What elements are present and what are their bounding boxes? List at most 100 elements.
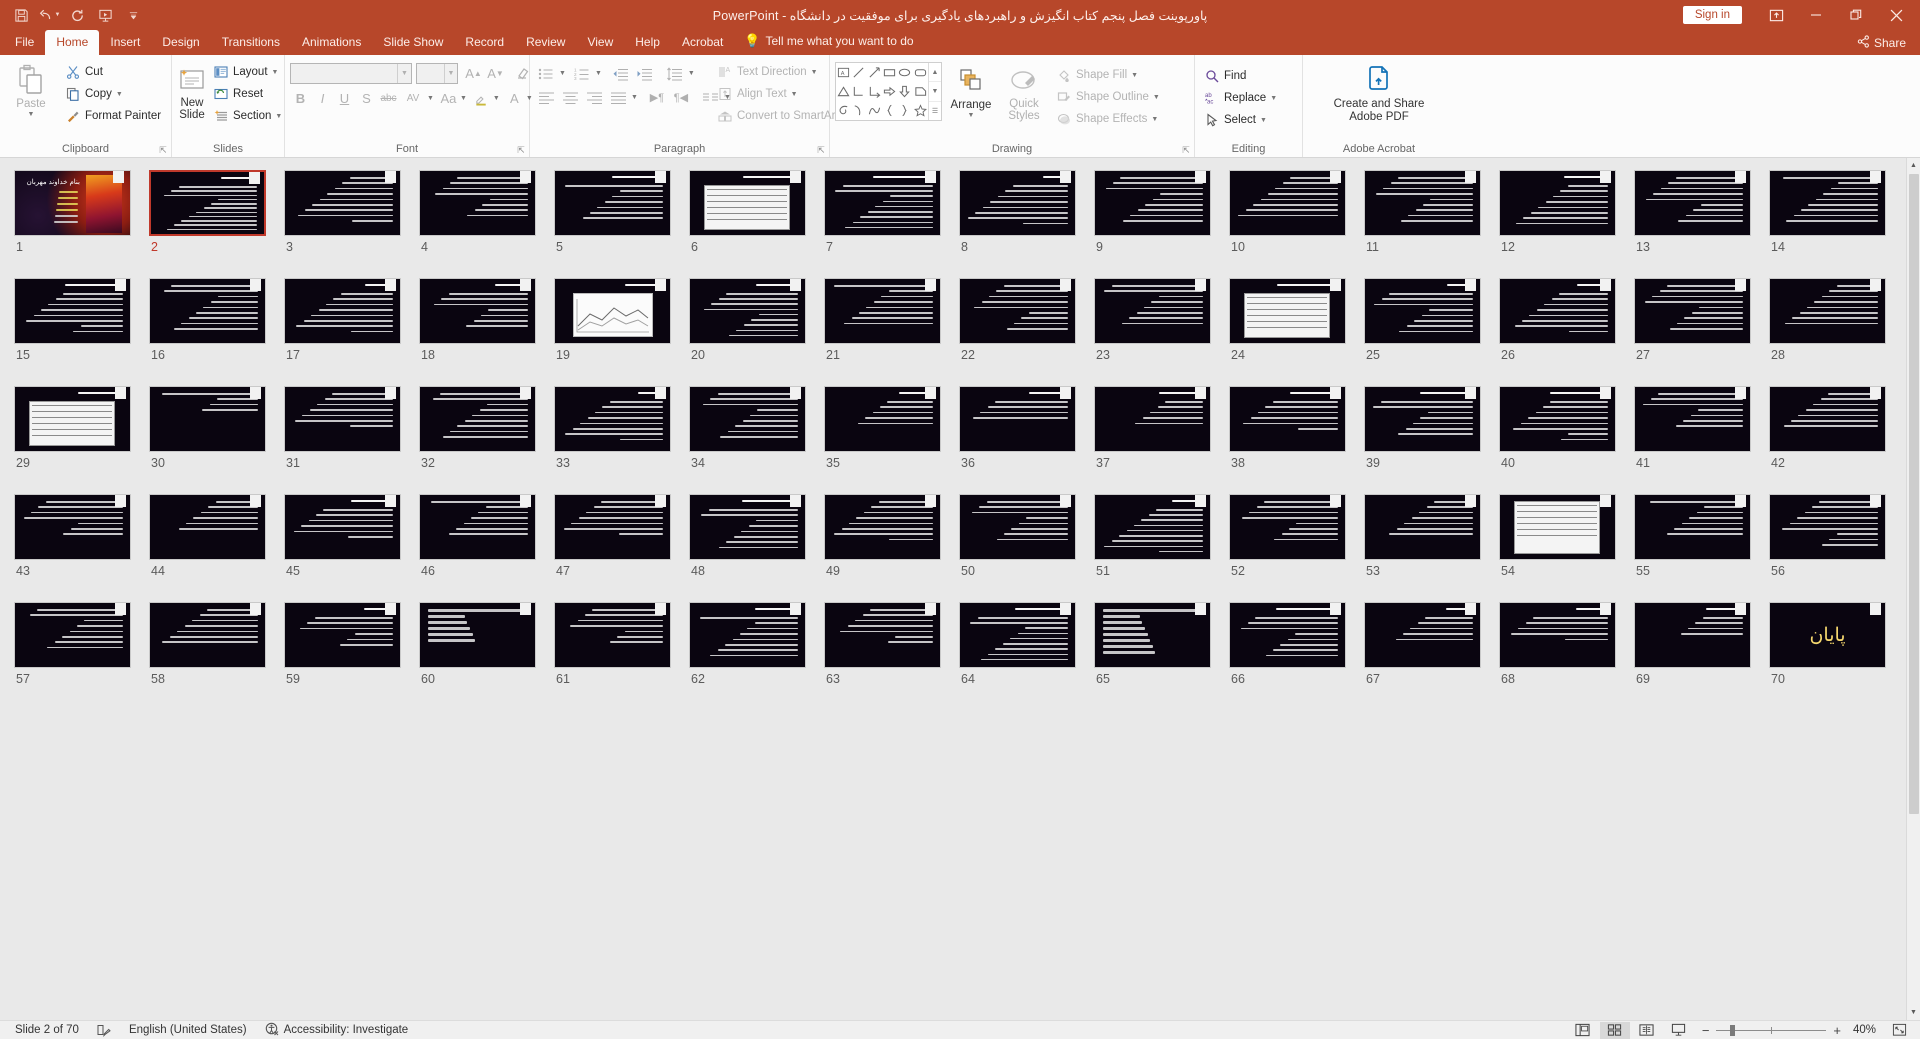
- slide-thumbnail[interactable]: [1229, 170, 1346, 236]
- minimize-icon[interactable]: [1796, 0, 1836, 30]
- slide-thumbnail[interactable]: [689, 170, 806, 236]
- slide-sorter-view-button[interactable]: [1599, 1021, 1630, 1039]
- slide-thumbnail[interactable]: [1229, 386, 1346, 452]
- slide-thumbnail[interactable]: [1229, 494, 1346, 560]
- slide-thumbnail[interactable]: [1499, 278, 1616, 344]
- format-painter-button[interactable]: Format Painter: [61, 105, 165, 127]
- slide-thumbnail[interactable]: [554, 494, 671, 560]
- drawing-dialog-launcher[interactable]: ⇱: [1180, 144, 1192, 156]
- font-dialog-launcher[interactable]: ⇱: [515, 144, 527, 156]
- slide-thumbnail[interactable]: [1634, 386, 1751, 452]
- chevron-down-icon[interactable]: ▼: [631, 94, 638, 101]
- slide-thumbnail-cell[interactable]: 20: [689, 278, 824, 362]
- shape-scribble-icon[interactable]: [836, 101, 851, 120]
- shape-rounded-rect-icon[interactable]: [913, 63, 928, 82]
- slide-thumbnail-cell[interactable]: 60: [419, 602, 554, 686]
- strikethrough-button[interactable]: abc: [378, 88, 399, 109]
- zoom-in-button[interactable]: +: [1833, 1023, 1841, 1038]
- slide-thumbnail-cell[interactable]: 40: [1499, 386, 1634, 470]
- slide-thumbnail-cell[interactable]: 30: [149, 386, 284, 470]
- sign-in-button[interactable]: Sign in: [1682, 6, 1742, 24]
- slide-thumbnail[interactable]: [284, 494, 401, 560]
- cut-button[interactable]: Cut: [61, 61, 165, 83]
- slide-thumbnail-cell[interactable]: 64: [959, 602, 1094, 686]
- character-spacing-button[interactable]: AV: [400, 88, 426, 109]
- shape-elbow-arrow-icon[interactable]: [867, 82, 882, 101]
- slide-thumbnail-cell[interactable]: پایان 70: [1769, 602, 1904, 686]
- slide-thumbnail-cell[interactable]: 23: [1094, 278, 1229, 362]
- share-button[interactable]: Share: [1843, 35, 1920, 55]
- slide-thumbnail[interactable]: [824, 278, 941, 344]
- slide-thumbnail-cell[interactable]: 12: [1499, 170, 1634, 254]
- tab-insert[interactable]: Insert: [99, 30, 151, 55]
- slide-thumbnail[interactable]: [824, 494, 941, 560]
- shape-arrow-icon[interactable]: [867, 63, 882, 82]
- slide-thumbnail[interactable]: [1229, 278, 1346, 344]
- slide-thumbnail[interactable]: [1364, 170, 1481, 236]
- slide-thumbnail-cell[interactable]: 47: [554, 494, 689, 578]
- scrollbar-thumb[interactable]: [1908, 174, 1919, 814]
- shape-block-arrow-icon[interactable]: [882, 82, 897, 101]
- slide-thumbnail-cell[interactable]: 26: [1499, 278, 1634, 362]
- chevron-down-icon[interactable]: ▼: [444, 64, 457, 83]
- chevron-down-icon[interactable]: ▼: [28, 111, 35, 118]
- change-case-button[interactable]: Aa: [438, 88, 459, 109]
- slide-thumbnail[interactable]: بنام خداوند مهربان: [14, 170, 131, 236]
- slide-thumbnail[interactable]: [1634, 278, 1751, 344]
- chevron-down-icon[interactable]: ▼: [559, 70, 566, 77]
- ribbon-display-options-icon[interactable]: [1756, 0, 1796, 30]
- slide-thumbnail-cell[interactable]: 13: [1634, 170, 1769, 254]
- slide-thumbnail-cell[interactable]: 56: [1769, 494, 1904, 578]
- slide-thumbnail-cell[interactable]: 45: [284, 494, 419, 578]
- tab-transitions[interactable]: Transitions: [211, 30, 291, 55]
- slide-thumbnail-cell[interactable]: 14: [1769, 170, 1904, 254]
- slide-thumbnail[interactable]: [689, 494, 806, 560]
- slide-thumbnail[interactable]: [1229, 602, 1346, 668]
- chevron-down-icon[interactable]: ▼: [1260, 117, 1267, 124]
- chevron-down-icon[interactable]: ▼: [275, 113, 282, 120]
- slide-thumbnail[interactable]: [689, 386, 806, 452]
- slide-thumbnail-cell[interactable]: 38: [1229, 386, 1364, 470]
- slide-thumbnail-cell[interactable]: 43: [14, 494, 149, 578]
- font-name-input[interactable]: ▼: [290, 63, 412, 84]
- chevron-down-icon[interactable]: ▼: [791, 91, 798, 98]
- slide-position-indicator[interactable]: Slide 2 of 70: [6, 1024, 88, 1036]
- zoom-out-button[interactable]: −: [1702, 1023, 1710, 1038]
- copy-button[interactable]: Copy ▼: [61, 83, 165, 105]
- slide-thumbnail[interactable]: [1634, 494, 1751, 560]
- slide-thumbnail-cell[interactable]: 6: [689, 170, 824, 254]
- sorter-vertical-scrollbar[interactable]: ▲ ▼: [1906, 158, 1920, 1020]
- slide-thumbnail-cell[interactable]: 66: [1229, 602, 1364, 686]
- slide-thumbnail[interactable]: [284, 386, 401, 452]
- clipboard-dialog-launcher[interactable]: ⇱: [157, 144, 169, 156]
- shape-effects-button[interactable]: Shape Effects ▼: [1052, 108, 1164, 130]
- slide-thumbnail[interactable]: [1094, 494, 1211, 560]
- slide-thumbnail[interactable]: [959, 494, 1076, 560]
- slide-thumbnail[interactable]: [554, 602, 671, 668]
- language-indicator[interactable]: English (United States): [120, 1024, 256, 1036]
- text-highlight-color-button[interactable]: [471, 88, 492, 109]
- accessibility-indicator[interactable]: Accessibility: Investigate: [256, 1022, 418, 1039]
- slide-thumbnail[interactable]: [689, 278, 806, 344]
- shape-left-brace-icon[interactable]: [882, 101, 897, 120]
- slide-thumbnail[interactable]: [1364, 494, 1481, 560]
- slide-thumbnail-cell[interactable]: 52: [1229, 494, 1364, 578]
- increase-indent-button[interactable]: [634, 63, 656, 84]
- shape-triangle-icon[interactable]: [836, 82, 851, 101]
- slide-thumbnail[interactable]: [149, 278, 266, 344]
- slide-thumbnail-cell[interactable]: 67: [1364, 602, 1499, 686]
- slide-show-button[interactable]: [1664, 1022, 1694, 1039]
- slide-thumbnail-cell[interactable]: 46: [419, 494, 554, 578]
- chevron-down-icon[interactable]: ▼: [688, 70, 695, 77]
- slide-thumbnail[interactable]: [1094, 170, 1211, 236]
- chevron-down-icon[interactable]: ▼: [427, 95, 434, 102]
- chevron-down-icon[interactable]: ▼: [595, 70, 602, 77]
- chevron-down-icon[interactable]: ▼: [968, 112, 975, 119]
- redo-icon[interactable]: [64, 3, 90, 27]
- tab-slide-show[interactable]: Slide Show: [372, 30, 454, 55]
- slide-thumbnail[interactable]: [1769, 386, 1886, 452]
- slide-thumbnail[interactable]: [419, 386, 536, 452]
- slide-thumbnail[interactable]: [284, 170, 401, 236]
- slide-thumbnail-cell[interactable]: 62: [689, 602, 824, 686]
- chevron-down-icon[interactable]: ▼: [493, 95, 500, 102]
